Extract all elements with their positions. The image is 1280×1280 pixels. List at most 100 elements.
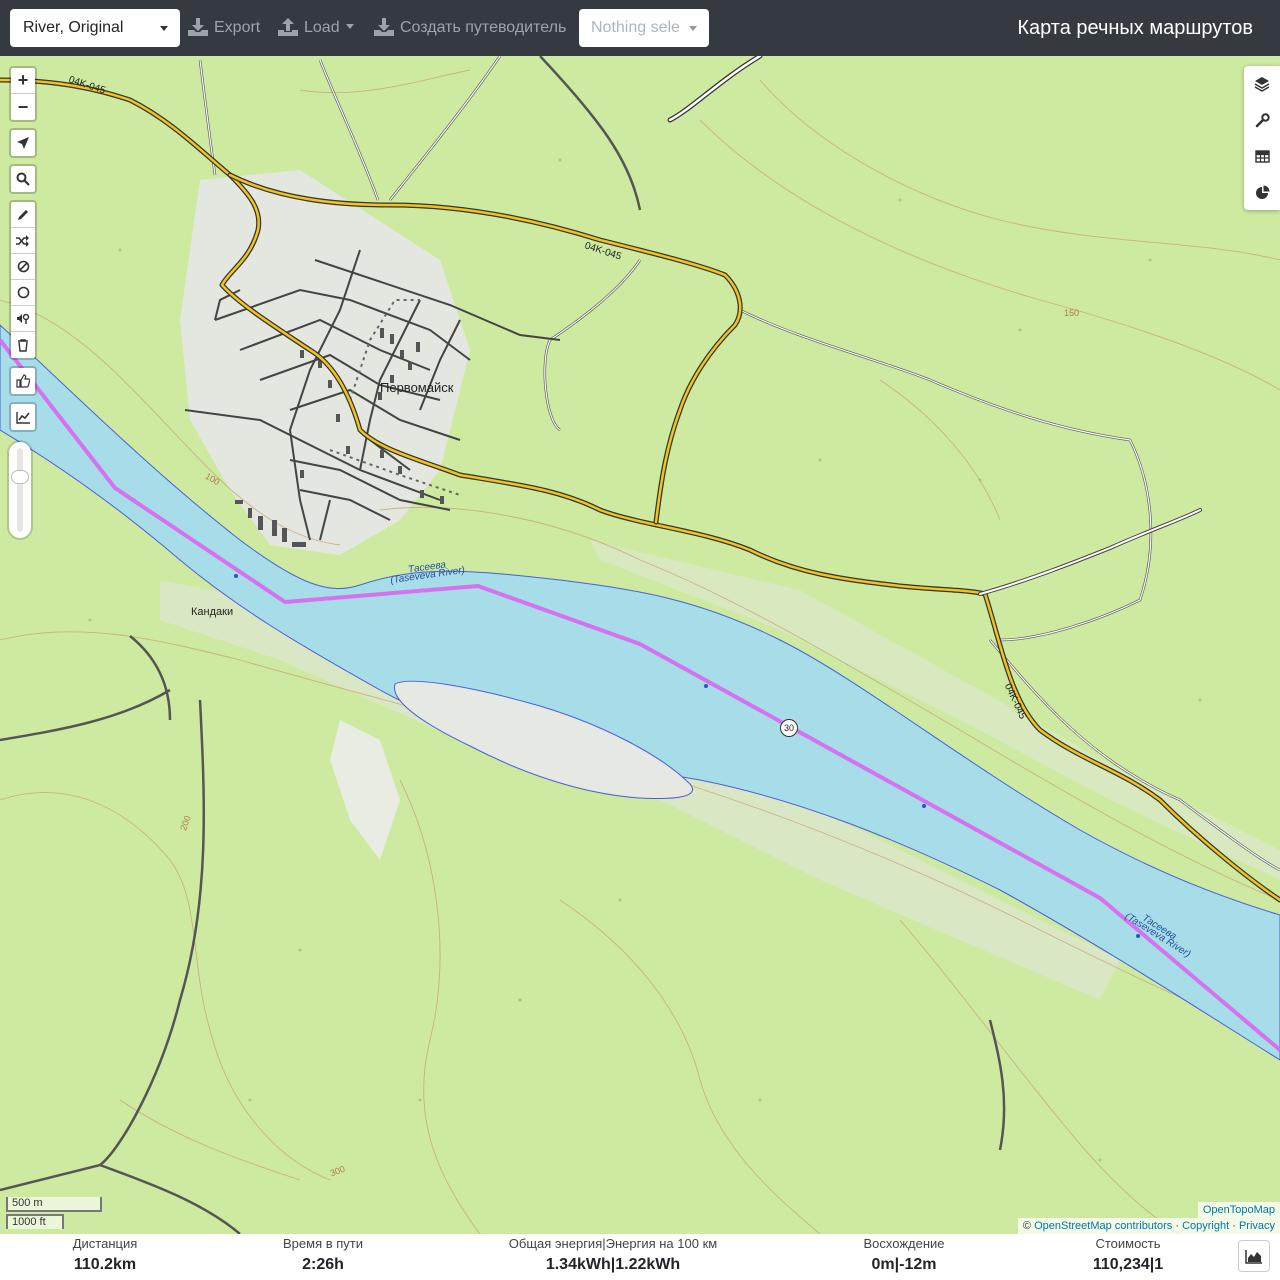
distance-label: Дистанция xyxy=(72,1236,138,1251)
copyright-link[interactable]: Copyright xyxy=(1182,1220,1229,1232)
town-label: Первомайск xyxy=(380,380,454,395)
elevation-control xyxy=(9,402,37,432)
opacity-slider[interactable] xyxy=(9,442,31,538)
cost-label: Стоимость xyxy=(1095,1236,1161,1251)
search-button[interactable] xyxy=(11,166,35,192)
thumbs-up-icon xyxy=(16,374,30,388)
route-marker[interactable]: 30 xyxy=(780,719,798,737)
copyright-symbol: © xyxy=(1022,1220,1032,1232)
distance-value: 110.2 xyxy=(73,1256,114,1273)
chevron-down-icon xyxy=(689,26,697,31)
distance-value-wrap: 110.2km xyxy=(55,1253,155,1277)
wrench-icon xyxy=(1255,112,1270,127)
create-guide-label: Создать путеводитель xyxy=(400,19,567,36)
layers-button[interactable] xyxy=(1244,66,1280,102)
table-button[interactable] xyxy=(1244,138,1280,174)
feedback-control xyxy=(9,366,37,396)
profile-select[interactable]: River, Original xyxy=(10,9,180,47)
village-label: Кандаки xyxy=(191,606,234,618)
search-control xyxy=(9,164,37,194)
selection-placeholder: Nothing sele xyxy=(591,19,680,36)
location-arrow-icon xyxy=(17,137,29,149)
energy-stat: Общая энергия|Энергия на 100 км 1.34kWh|… xyxy=(500,1236,726,1277)
draw-toolbar xyxy=(9,200,37,360)
top-navbar: River, Original Export Load Создать путе… xyxy=(0,0,1280,56)
energy-total: 1.34 xyxy=(545,1256,577,1273)
slider-thumb[interactable] xyxy=(11,470,29,484)
download-icon xyxy=(374,18,394,36)
zoom-in-button[interactable]: + xyxy=(11,68,35,94)
create-guide-button[interactable]: Создать путеводитель xyxy=(374,14,566,42)
ban-icon xyxy=(17,260,29,273)
distance-stat: Дистанция 110.2km xyxy=(55,1236,155,1277)
shuffle-icon xyxy=(16,234,29,247)
load-button[interactable]: Load xyxy=(278,14,354,42)
app-title: Карта речных маршрутов xyxy=(1017,17,1253,39)
trash-icon xyxy=(18,338,28,352)
privacy-link[interactable]: Privacy xyxy=(1239,1220,1275,1232)
ascent-label: Восхождение xyxy=(863,1236,945,1251)
zoom-control: + − xyxy=(9,66,37,122)
elevation-chart-button[interactable] xyxy=(1238,1240,1270,1272)
scale-metric: 500 m xyxy=(6,1197,102,1212)
pie-chart-icon xyxy=(1255,185,1269,199)
tile-attribution: OpenTopoMap xyxy=(1197,1202,1280,1218)
ascent-value-wrap: 0m|-12m xyxy=(850,1253,958,1277)
delete-route-button[interactable] xyxy=(11,332,35,358)
opentopomap-link[interactable]: OpenTopoMap xyxy=(1203,1204,1275,1216)
area-chart-icon xyxy=(1245,1249,1262,1264)
download-icon xyxy=(188,18,208,36)
locate-button[interactable] xyxy=(11,130,35,156)
separator: · xyxy=(1175,1220,1179,1232)
table-icon xyxy=(1254,149,1270,163)
distance-unit: km xyxy=(113,1256,137,1273)
circle-icon xyxy=(17,286,29,299)
upload-icon xyxy=(278,18,298,36)
energy-value-wrap: 1.34kWh|1.22kWh xyxy=(500,1253,726,1277)
search-icon xyxy=(16,172,30,186)
energy-total-unit: kWh xyxy=(576,1256,611,1273)
map-attribution: © OpenStreetMap contributors · Copyright… xyxy=(1017,1218,1280,1234)
load-label: Load xyxy=(304,19,340,36)
layers-icon xyxy=(1254,77,1270,92)
slider-track xyxy=(17,448,23,532)
map-canvas[interactable]: Первомайск Кандаки 04K-045 04K-045 04K-0… xyxy=(0,56,1280,1234)
export-label: Export xyxy=(214,19,261,36)
reverse-route-button[interactable] xyxy=(11,228,35,254)
scale-imperial: 1000 ft xyxy=(6,1214,64,1229)
settings-button[interactable] xyxy=(1244,102,1280,138)
contour-label: 150 xyxy=(1064,308,1080,318)
ascent-down-unit: m xyxy=(922,1256,937,1273)
time-label: Время в пути xyxy=(283,1236,363,1251)
separator: · xyxy=(1232,1220,1236,1232)
profile-select-value: River, Original xyxy=(23,19,124,36)
locate-control xyxy=(9,128,37,158)
cost-stat: Стоимость 110,234|1 xyxy=(1076,1236,1180,1277)
elevation-button[interactable] xyxy=(11,404,35,430)
time-stat: Время в пути 2:26h xyxy=(268,1236,378,1277)
ascent-stat: Восхождение 0m|-12m xyxy=(850,1236,958,1277)
export-button[interactable]: Export xyxy=(188,14,260,42)
circle-button[interactable] xyxy=(11,280,35,306)
osm-link[interactable]: OpenStreetMap contributors xyxy=(1034,1220,1172,1232)
poi-button[interactable] xyxy=(11,306,35,332)
map-tiles xyxy=(0,56,1280,1234)
stats-button[interactable] xyxy=(1244,174,1280,210)
cost-count: 1 xyxy=(1154,1256,1164,1273)
zoom-out-button[interactable]: − xyxy=(11,94,35,120)
time-value-wrap: 2:26h xyxy=(268,1253,378,1277)
time-value: 2:26 xyxy=(302,1256,335,1273)
cost-value-wrap: 110,234|1 xyxy=(1076,1253,1180,1277)
chevron-down-icon xyxy=(160,26,168,31)
avoid-area-button[interactable] xyxy=(11,254,35,280)
ascent-down: -12 xyxy=(899,1256,923,1273)
thumbs-up-button[interactable] xyxy=(11,368,35,394)
route-stats-bar: Дистанция 110.2km Время в пути 2:26h Общ… xyxy=(0,1234,1280,1280)
marker-sound-icon xyxy=(17,313,30,324)
pencil-icon xyxy=(17,210,28,220)
selection-dropdown[interactable]: Nothing sele xyxy=(579,9,709,47)
energy-per100-unit: kWh xyxy=(646,1256,681,1273)
draw-route-button[interactable] xyxy=(11,202,35,228)
time-unit: h xyxy=(334,1256,344,1273)
ascent-up-unit: m xyxy=(880,1256,895,1273)
